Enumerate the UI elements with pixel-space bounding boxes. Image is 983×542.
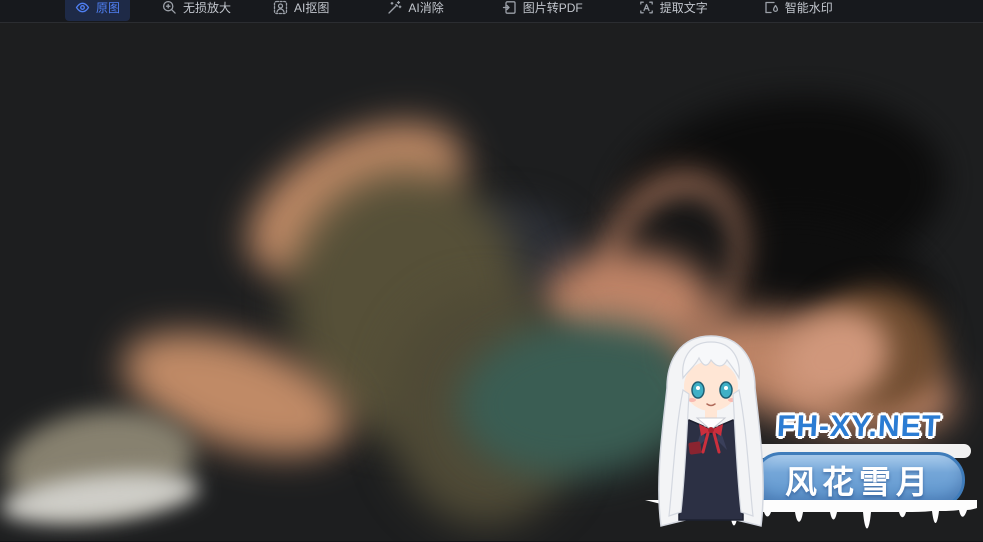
toolbar-item-label: 提取文字 [660, 0, 708, 16]
magic-eraser-icon [387, 0, 402, 15]
toolbar-item-ai-erase[interactable]: AI消除 [377, 0, 453, 21]
watermark-logo: 风花雪月 FH-XY.NET [645, 330, 977, 541]
toolbar: 原图 无损放大 AI抠图 [0, 0, 983, 23]
watermark-banner-text: 风花雪月 [785, 457, 933, 503]
extract-text-icon [639, 0, 654, 15]
toolbar-item-lossless-upscale[interactable]: 无损放大 [152, 0, 241, 21]
toolbar-items: 原图 无损放大 AI抠图 [65, 0, 843, 22]
toolbar-item-label: AI抠图 [294, 0, 329, 16]
toolbar-item-label: AI消除 [408, 0, 443, 16]
watermark-icon [764, 0, 779, 15]
image-to-pdf-icon [502, 0, 517, 15]
toolbar-item-label: 智能水印 [785, 0, 833, 16]
toolbar-item-smart-watermark[interactable]: 智能水印 [754, 0, 843, 21]
toolbar-item-image-to-pdf[interactable]: 图片转PDF [492, 0, 593, 21]
toolbar-item-label: 原图 [96, 0, 120, 16]
toolbar-item-label: 图片转PDF [523, 0, 583, 16]
toolbar-item-extract-text[interactable]: 提取文字 [629, 0, 718, 21]
ai-cutout-icon [273, 0, 288, 15]
toolbar-item-ai-cutout[interactable]: AI抠图 [263, 0, 339, 21]
image-canvas: 风花雪月 FH-XY.NET [0, 23, 983, 541]
toolbar-item-original-image[interactable]: 原图 [65, 0, 130, 21]
toolbar-item-label: 无损放大 [183, 0, 231, 16]
hd-zoom-icon [162, 0, 177, 15]
eye-icon [75, 0, 90, 15]
anime-girl-mascot-icon [645, 330, 777, 535]
watermark-site-text: FH-XY.NET [776, 410, 942, 444]
